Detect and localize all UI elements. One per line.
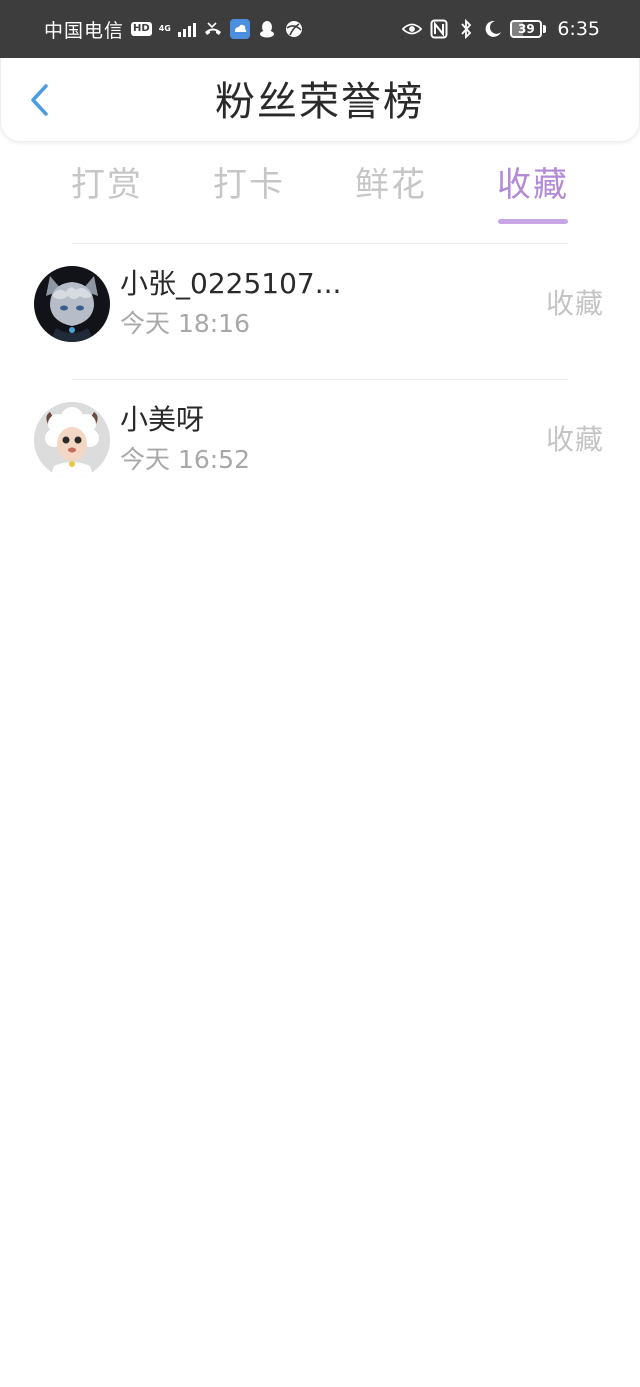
tab-label: 打赏	[71, 165, 143, 205]
item-time: 今天 18:16	[120, 309, 250, 338]
hd-badge: HD	[131, 22, 152, 36]
header: 粉丝荣誉榜	[0, 58, 640, 142]
battery-level: 39	[517, 22, 535, 36]
tab-label: 鲜花	[355, 165, 427, 205]
missed-call-icon	[203, 19, 223, 39]
list-item[interactable]: 小美呀 今天 16:52 收藏	[0, 402, 640, 502]
bluetooth-icon	[456, 19, 476, 39]
tab-bar: 打赏 打卡 鲜花 收藏	[36, 158, 604, 224]
tab-reward[interactable]: 打赏	[36, 158, 178, 224]
divider	[72, 379, 568, 380]
item-name: 小美呀	[120, 403, 205, 436]
avatar[interactable]	[34, 266, 110, 342]
app-notification-icon	[229, 19, 250, 39]
tab-label: 打卡	[213, 165, 285, 205]
status-time: 6:35	[557, 18, 600, 40]
wolf-character-avatar-icon	[34, 266, 110, 342]
item-name: 小张_0225107...	[120, 267, 342, 300]
status-bar-left: 中国电信 HD 4G	[44, 16, 304, 43]
status-bar: 中国电信 HD 4G 39 6:35	[0, 0, 640, 58]
eye-icon	[402, 19, 423, 39]
item-action-label: 收藏	[545, 423, 604, 456]
avatar[interactable]	[34, 402, 110, 478]
signal-bars-icon	[177, 21, 196, 37]
tab-favorites[interactable]: 收藏	[462, 158, 604, 224]
status-bar-right: 39 6:35	[402, 18, 600, 40]
divider	[72, 243, 568, 244]
network-type: 4G	[158, 24, 171, 33]
moon-icon	[483, 19, 503, 39]
page-title: 粉丝荣誉榜	[215, 79, 425, 125]
signal-icon: 4G	[159, 25, 171, 33]
tab-checkin[interactable]: 打卡	[178, 158, 320, 224]
nfc-icon	[429, 19, 449, 39]
ball-icon	[284, 19, 304, 39]
tab-active-indicator	[498, 219, 568, 224]
tab-flowers[interactable]: 鲜花	[320, 158, 462, 224]
sheep-character-avatar-icon	[34, 402, 110, 478]
qq-icon	[257, 19, 277, 39]
item-time: 今天 16:52	[120, 445, 250, 474]
list-item[interactable]: 小张_0225107... 今天 18:16 收藏	[0, 266, 640, 366]
carrier-name: 中国电信	[44, 19, 125, 42]
tab-label: 收藏	[497, 165, 569, 205]
battery-icon: 39	[510, 20, 547, 38]
item-action-label: 收藏	[545, 287, 604, 320]
